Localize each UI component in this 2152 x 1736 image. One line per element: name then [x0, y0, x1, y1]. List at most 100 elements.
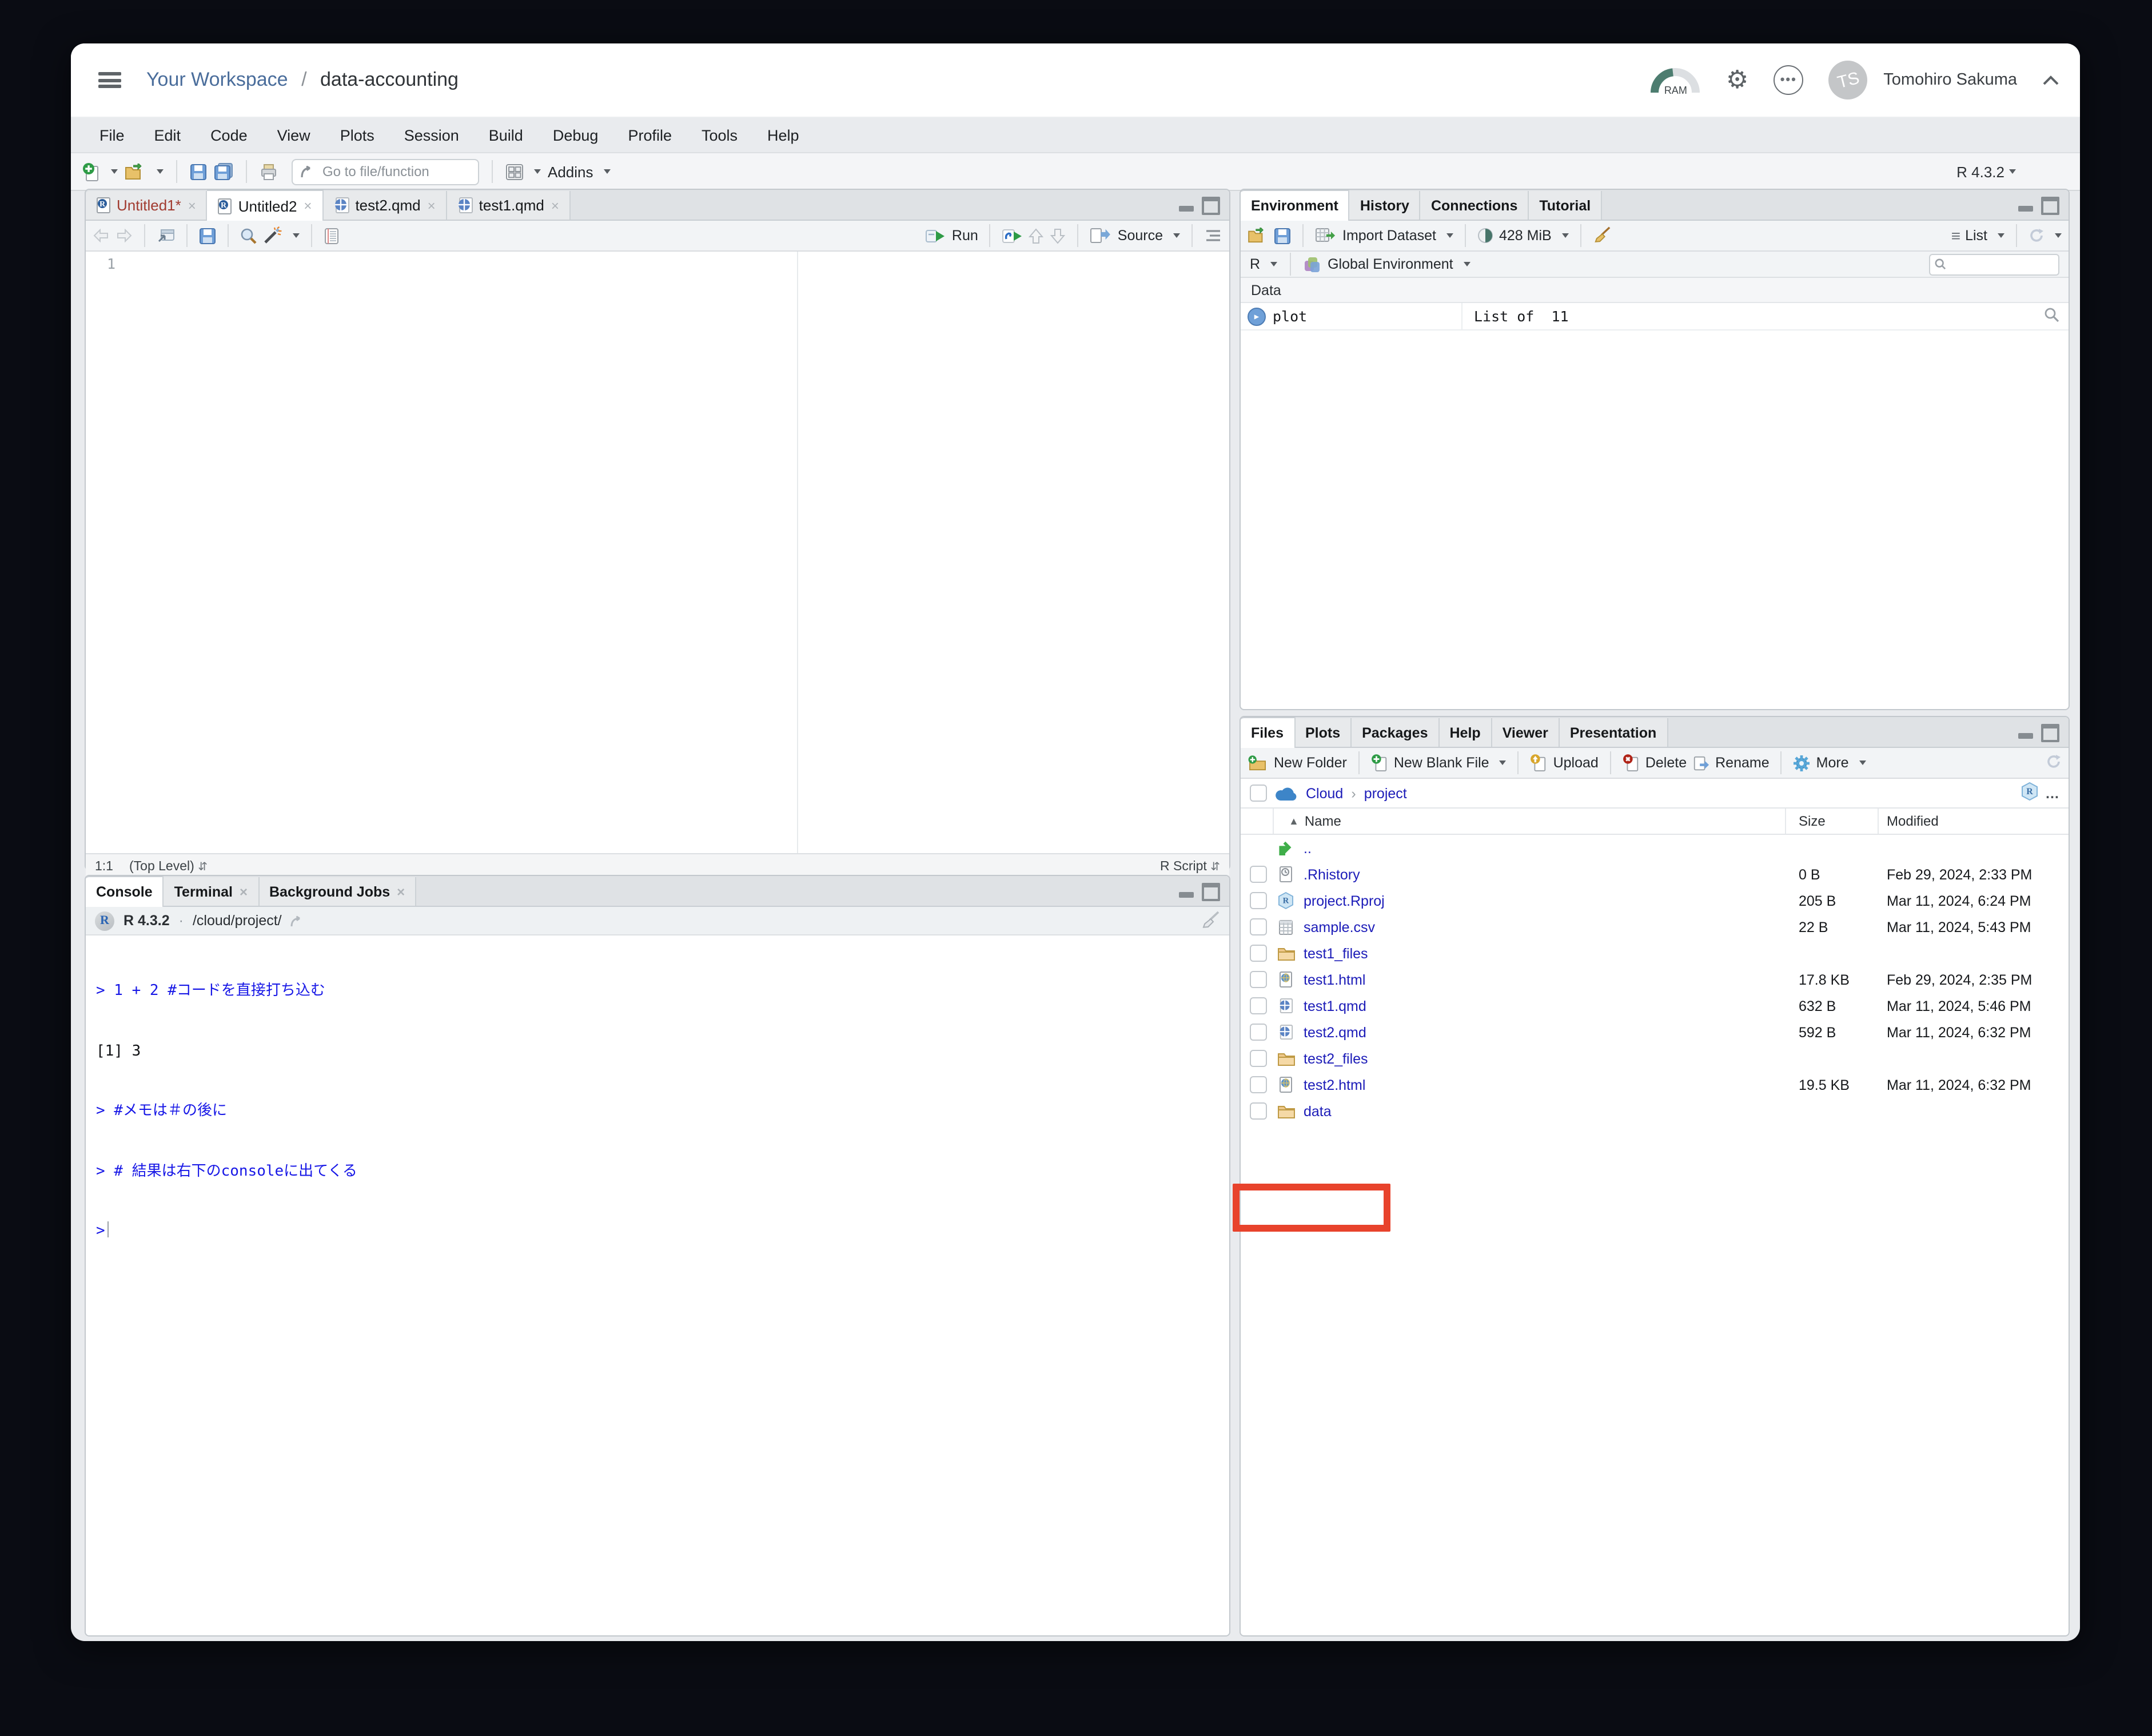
menu-edit[interactable]: Edit: [140, 126, 196, 144]
file-checkbox[interactable]: [1250, 892, 1267, 909]
ram-gauge[interactable]: RAM: [1651, 65, 1701, 96]
avatar[interactable]: TS: [1828, 61, 1868, 99]
file-name[interactable]: .Rhistory: [1304, 866, 1360, 882]
tab-environment[interactable]: Environment: [1241, 190, 1350, 221]
close-tab-icon[interactable]: ×: [551, 197, 559, 213]
column-size[interactable]: Size: [1799, 813, 1826, 829]
menu-build[interactable]: Build: [474, 126, 538, 144]
tab-presentation[interactable]: Presentation: [1559, 718, 1668, 747]
menu-session[interactable]: Session: [389, 126, 474, 144]
file-row[interactable]: test1.qmd 632 B Mar 11, 2024, 5:46 PM: [1241, 993, 2069, 1019]
file-row-up[interactable]: ..: [1241, 835, 2069, 861]
tab-viewer[interactable]: Viewer: [1492, 718, 1560, 747]
menu-profile[interactable]: Profile: [613, 126, 687, 144]
tab-test1-qmd[interactable]: test1.qmd ×: [447, 191, 571, 220]
source-button[interactable]: Source: [1090, 228, 1180, 244]
select-all-checkbox[interactable]: [1250, 785, 1267, 802]
tab-untitled1[interactable]: R Untitled1* ×: [86, 191, 208, 220]
close-tab-icon[interactable]: ×: [428, 197, 436, 213]
file-row[interactable]: sample.csv 22 B Mar 11, 2024, 5:43 PM: [1241, 914, 2069, 940]
new-folder-button[interactable]: New Folder: [1248, 755, 1347, 771]
scope-selector[interactable]: (Top Level) ⇵: [129, 859, 208, 873]
chevron-up-icon[interactable]: [2042, 75, 2059, 85]
upload-button[interactable]: Upload: [1531, 754, 1599, 772]
tab-tutorial[interactable]: Tutorial: [1529, 191, 1603, 220]
environment-search[interactable]: [1929, 253, 2059, 275]
breadcrumb-project[interactable]: project: [1364, 785, 1407, 801]
close-tab-icon[interactable]: ×: [397, 883, 405, 899]
save-button[interactable]: [190, 163, 207, 180]
file-name[interactable]: test2.html: [1304, 1077, 1365, 1093]
code-tools-button[interactable]: [263, 226, 300, 245]
breadcrumb-more-button[interactable]: …: [2045, 785, 2059, 801]
tab-history[interactable]: History: [1349, 191, 1421, 220]
inspect-object-icon[interactable]: [2045, 307, 2059, 325]
file-checkbox[interactable]: [1250, 971, 1267, 988]
file-checkbox[interactable]: [1250, 918, 1267, 935]
breadcrumb-cloud[interactable]: Cloud: [1306, 785, 1343, 801]
clear-environment-icon[interactable]: [1593, 225, 1611, 246]
file-row-data[interactable]: data: [1241, 1098, 2069, 1124]
minimize-pane-icon[interactable]: [2018, 201, 2033, 211]
file-checkbox[interactable]: [1250, 1050, 1267, 1067]
menu-file[interactable]: File: [85, 126, 140, 144]
new-file-button[interactable]: [82, 162, 118, 181]
tab-console[interactable]: Console: [86, 876, 164, 907]
hamburger-menu-icon[interactable]: [98, 72, 121, 88]
tab-packages[interactable]: Packages: [1352, 718, 1440, 747]
workspace-link[interactable]: Your Workspace: [146, 69, 288, 90]
maximize-pane-icon[interactable]: [1202, 197, 1220, 215]
list-view-button[interactable]: ≡ List: [1951, 226, 2004, 245]
save-icon[interactable]: [199, 227, 216, 244]
document-outline-icon[interactable]: [1204, 229, 1222, 242]
menu-tools[interactable]: Tools: [687, 126, 752, 144]
menu-help[interactable]: Help: [752, 126, 814, 144]
compile-notebook-icon[interactable]: [324, 227, 340, 244]
tab-test2-qmd[interactable]: test2.qmd ×: [323, 191, 447, 220]
close-tab-icon[interactable]: ×: [304, 198, 312, 214]
file-name[interactable]: test2.qmd: [1304, 1024, 1366, 1040]
refresh-files-icon[interactable]: [2046, 753, 2062, 773]
file-row[interactable]: test2.qmd 592 B Mar 11, 2024, 6:32 PM: [1241, 1019, 2069, 1045]
tab-plots[interactable]: Plots: [1295, 718, 1352, 747]
open-in-new-window-icon[interactable]: [157, 228, 175, 244]
close-tab-icon[interactable]: ×: [188, 197, 196, 213]
clear-console-icon[interactable]: [1201, 910, 1220, 931]
back-icon[interactable]: [93, 229, 110, 242]
tab-untitled2[interactable]: R Untitled2 ×: [207, 190, 324, 221]
menu-view[interactable]: View: [262, 126, 325, 144]
file-name[interactable]: test2_files: [1304, 1050, 1368, 1066]
tab-connections[interactable]: Connections: [1420, 191, 1529, 220]
column-name[interactable]: Name: [1305, 813, 1341, 829]
tab-background-jobs[interactable]: Background Jobs ×: [259, 877, 417, 906]
environment-search-input[interactable]: [1951, 256, 2047, 272]
file-name[interactable]: project.Rproj: [1304, 893, 1385, 909]
file-name[interactable]: sample.csv: [1304, 919, 1375, 935]
open-file-button[interactable]: [125, 163, 164, 180]
menu-debug[interactable]: Debug: [538, 126, 613, 144]
minimize-pane-icon[interactable]: [1179, 201, 1194, 211]
file-checkbox[interactable]: [1250, 997, 1267, 1014]
environment-selector[interactable]: Global Environment: [1328, 256, 1470, 272]
tab-terminal[interactable]: Terminal ×: [164, 877, 259, 906]
file-checkbox[interactable]: [1250, 945, 1267, 962]
run-button[interactable]: Run: [926, 228, 978, 244]
rproj-badge-icon[interactable]: R: [2021, 782, 2037, 804]
rename-button[interactable]: Rename: [1692, 754, 1770, 771]
goto-directory-icon[interactable]: [291, 914, 305, 927]
editor[interactable]: 1: [86, 252, 1229, 853]
file-checkbox[interactable]: [1250, 1102, 1267, 1120]
file-name[interactable]: ..: [1304, 840, 1312, 856]
maximize-pane-icon[interactable]: [1202, 883, 1220, 901]
console-output[interactable]: > 1 + 2 #コードを直接打ち込む [1] 3 > #メモは＃の後に > #…: [86, 935, 1229, 1281]
maximize-pane-icon[interactable]: [2041, 724, 2059, 742]
go-down-section-icon[interactable]: [1050, 227, 1066, 244]
file-row[interactable]: test1.html 17.8 KB Feb 29, 2024, 2:35 PM: [1241, 966, 2069, 993]
expand-object-icon[interactable]: ▶: [1248, 307, 1266, 325]
file-row[interactable]: .Rhistory 0 B Feb 29, 2024, 2:33 PM: [1241, 861, 2069, 887]
goto-file-search[interactable]: [292, 158, 479, 185]
environment-object-row[interactable]: ▶ plot List of 11: [1241, 303, 2069, 331]
print-button[interactable]: [260, 163, 278, 180]
file-type-selector[interactable]: R Script ⇵: [1160, 859, 1220, 873]
menu-plots[interactable]: Plots: [325, 126, 389, 144]
